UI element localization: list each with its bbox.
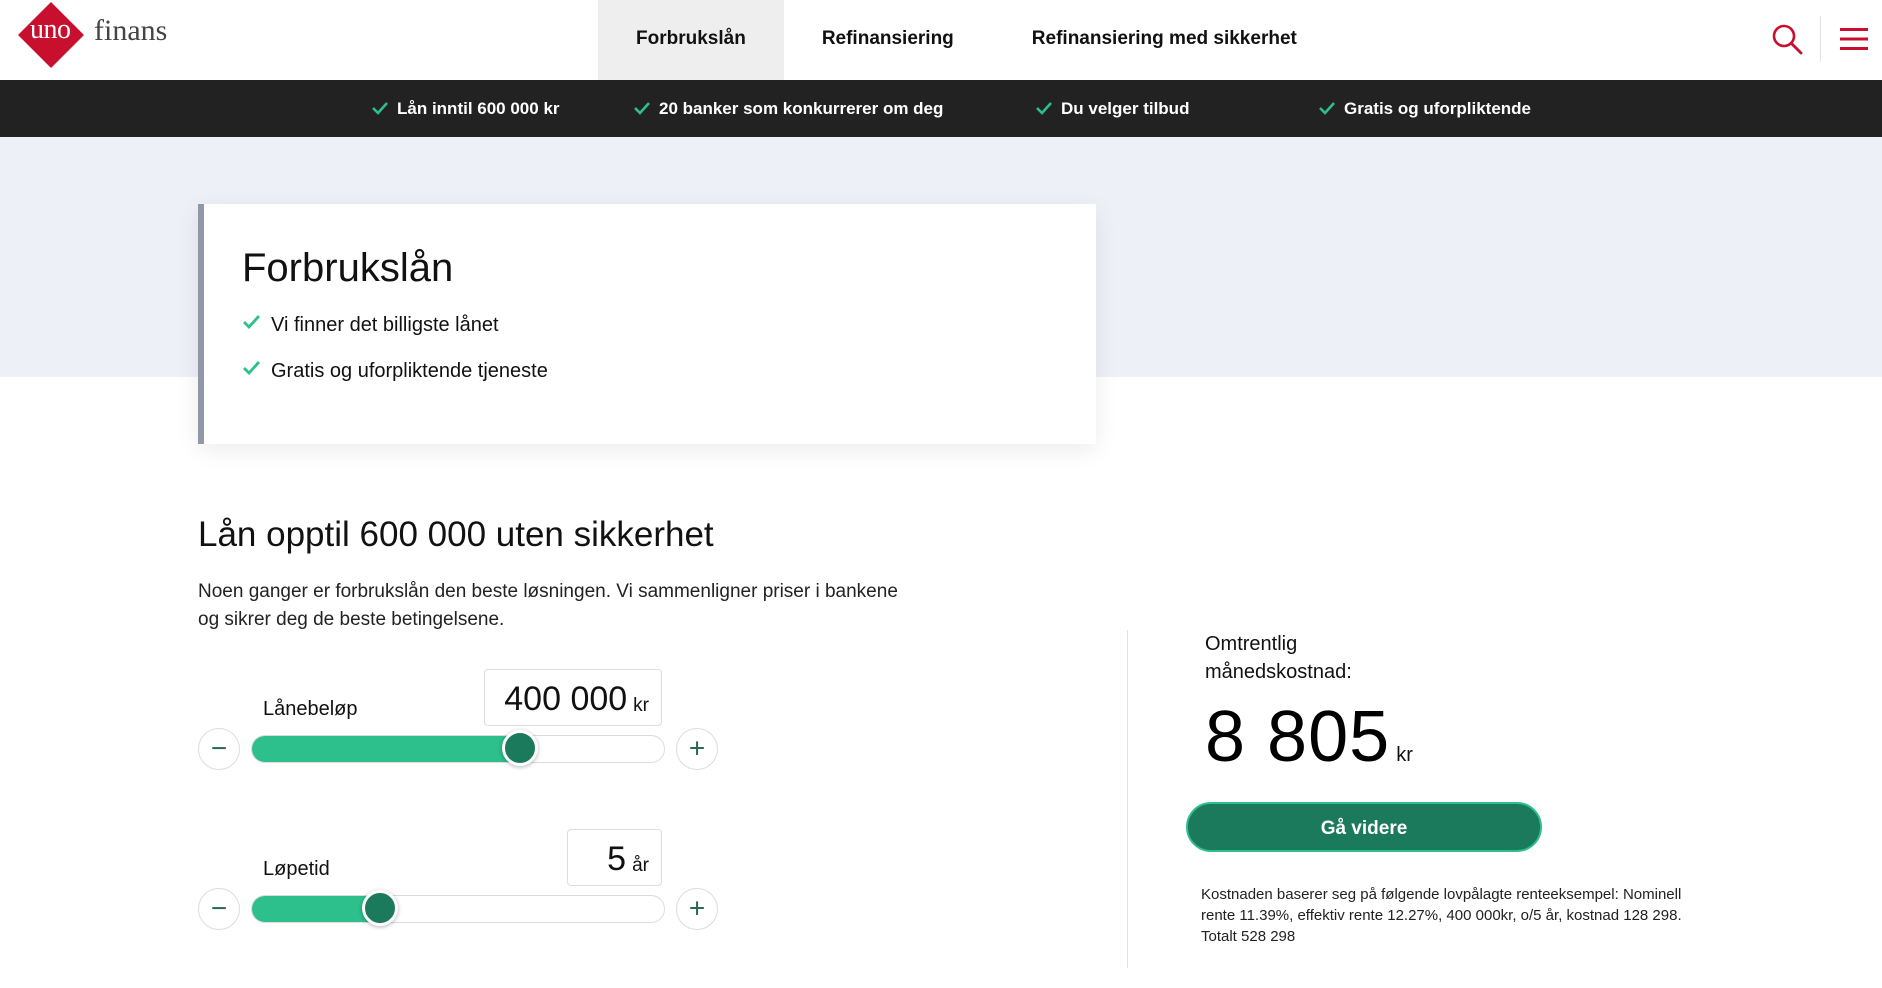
hero-point-label: Gratis og uforpliktende tjeneste xyxy=(271,360,548,382)
term-value: 5 xyxy=(607,840,627,878)
usp-label: 20 banker som konkurrerer om deg xyxy=(659,99,944,118)
monthly-cost: 8 805 kr xyxy=(1205,696,1413,778)
logo-text-uno: uno xyxy=(30,14,71,45)
minus-icon: − xyxy=(210,892,228,924)
check-icon xyxy=(243,315,261,329)
menu-icon[interactable] xyxy=(1838,26,1870,52)
nav-item-refinansiering-med-sikkerhet[interactable]: Refinansiering med sikkerhet xyxy=(994,0,1335,80)
amount-increase-button[interactable]: + xyxy=(676,728,718,770)
result-label: Omtrentlig månedskostnad: xyxy=(1205,633,1352,683)
amount-decrease-button[interactable]: − xyxy=(198,728,240,770)
logo-text-finans: finans xyxy=(94,14,168,47)
calculator-title: Lån opptil 600 000 uten sikkerhet xyxy=(198,515,714,554)
main-nav: Forbrukslån Refinansiering Refinansierin… xyxy=(598,0,1335,80)
amount-unit: kr xyxy=(633,695,649,716)
amount-label: Lånebeløp xyxy=(263,698,358,720)
amount-value: 400 000 xyxy=(504,680,628,718)
usp-label: Gratis og uforpliktende xyxy=(1344,99,1532,118)
term-slider[interactable] xyxy=(251,890,665,926)
usp-bar: Lån inntil 600 000 kr 20 banker som konk… xyxy=(0,80,1882,137)
check-icon xyxy=(243,361,261,375)
hero-point: Gratis og uforpliktende tjeneste xyxy=(242,360,548,383)
usp-item: Gratis og uforpliktende xyxy=(1318,80,1531,137)
monthly-cost-unit: kr xyxy=(1396,744,1413,766)
term-unit: år xyxy=(632,855,649,876)
minus-icon: − xyxy=(210,732,228,764)
amount-input[interactable]: 400 000 kr xyxy=(484,669,662,726)
nav-item-forbrukslan[interactable]: Forbrukslån xyxy=(598,0,784,80)
cost-example-fineprint: Kostnaden baserer seg på følgende lovpål… xyxy=(1201,886,1682,945)
result-divider xyxy=(1127,630,1128,968)
usp-item: Du velger tilbud xyxy=(1035,80,1189,137)
hero-point-label: Vi finner det billigste lånet xyxy=(271,314,499,336)
usp-label: Du velger tilbud xyxy=(1061,99,1190,118)
plus-icon: + xyxy=(688,732,706,764)
usp-item: 20 banker som konkurrerer om deg xyxy=(633,80,943,137)
term-label: Løpetid xyxy=(263,858,330,880)
nav-item-refinansiering[interactable]: Refinansiering xyxy=(784,0,994,80)
term-decrease-button[interactable]: − xyxy=(198,888,240,930)
term-input[interactable]: 5 år xyxy=(567,829,662,886)
hero-card: Forbrukslån Vi finner det billigste låne… xyxy=(198,204,1096,444)
amount-slider[interactable] xyxy=(251,730,665,766)
term-slider-handle[interactable] xyxy=(362,890,398,926)
hero-point: Vi finner det billigste lånet xyxy=(242,314,499,337)
term-increase-button[interactable]: + xyxy=(676,888,718,930)
usp-item: Lån inntil 600 000 kr xyxy=(371,80,560,137)
check-icon xyxy=(1036,102,1052,115)
hero-title: Forbrukslån xyxy=(242,246,454,290)
check-icon xyxy=(372,102,388,115)
monthly-cost-value: 8 805 xyxy=(1205,697,1391,777)
continue-button[interactable]: Gå videre xyxy=(1186,802,1542,852)
site-header: uno finans Forbrukslån Refinansiering Re… xyxy=(0,0,1882,80)
search-icon[interactable] xyxy=(1770,22,1804,56)
check-icon xyxy=(634,102,650,115)
calculator-description: Noen ganger er forbrukslån den beste løs… xyxy=(198,581,898,630)
logo[interactable]: uno finans xyxy=(16,0,186,72)
amount-slider-fill xyxy=(252,736,524,762)
check-icon xyxy=(1319,102,1335,115)
plus-icon: + xyxy=(688,892,706,924)
header-divider xyxy=(1820,16,1821,62)
amount-slider-handle[interactable] xyxy=(502,730,538,766)
usp-label: Lån inntil 600 000 kr xyxy=(397,99,560,118)
